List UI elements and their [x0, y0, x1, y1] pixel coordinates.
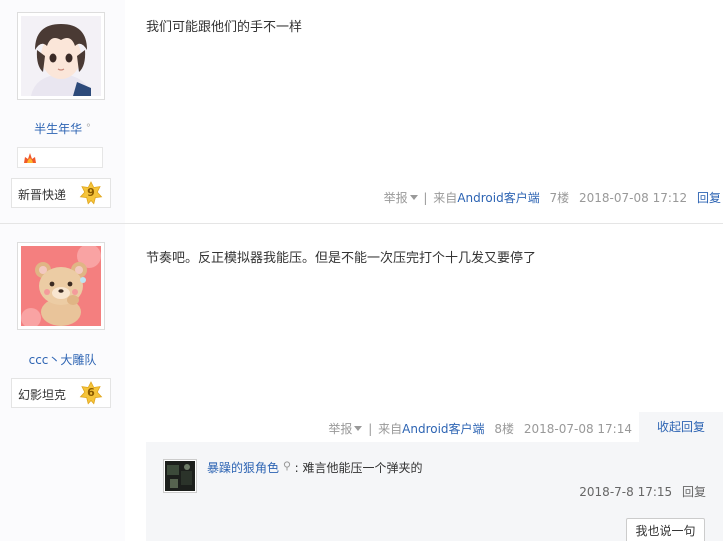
- gender-icon: [283, 461, 290, 471]
- report-button[interactable]: 举报: [384, 191, 418, 205]
- badge-box[interactable]: [17, 147, 103, 168]
- say-something-button[interactable]: 我也说一句: [626, 518, 705, 541]
- report-button[interactable]: 举报: [328, 422, 363, 436]
- level-box[interactable]: 幻影坦克 6: [11, 378, 111, 408]
- sub-reply-time: 2018-7-8 17:15: [579, 485, 673, 499]
- level-box[interactable]: 新晋快递 9: [11, 178, 111, 208]
- sub-reply-avatar[interactable]: [163, 459, 197, 493]
- anime-boy-avatar-icon: [21, 16, 101, 96]
- post-time: 2018-07-08 17:12: [579, 191, 688, 205]
- author-avatar[interactable]: [17, 242, 105, 330]
- level-number: 6: [87, 386, 95, 399]
- post-content: 我们可能跟他们的手不一样: [146, 20, 303, 35]
- sub-reply-panel: 暴躁的狠角色 : 难言他能压一个弹夹的 2018-7-8 17:15 回复 我也…: [146, 442, 723, 541]
- author-username[interactable]: 半生年华 °: [0, 120, 125, 137]
- caret-down-icon: [409, 195, 418, 200]
- separator: |: [423, 191, 428, 205]
- sub-reply-reply-button[interactable]: 回复: [682, 485, 706, 499]
- level-star-icon: 6: [79, 381, 103, 405]
- from-label: 来自: [378, 422, 403, 436]
- from-label: 来自: [433, 191, 458, 205]
- author-avatar[interactable]: [17, 12, 105, 100]
- level-name: 幻影坦克: [18, 388, 67, 402]
- post-time: 2018-07-08 17:14: [523, 422, 632, 436]
- post-meta: 举报 | 来自Android客户端 7楼 2018-07-08 17:12 回复: [384, 189, 721, 206]
- floor-number: 7楼: [549, 191, 570, 205]
- author-sidebar: 半生年华 ° 新晋快递 9: [0, 0, 125, 223]
- sub-reply-text: 难言他能压一个弹夹的: [302, 461, 423, 475]
- floor-number: 8楼: [494, 422, 515, 436]
- client-link[interactable]: Android客户端: [457, 191, 539, 205]
- colon-separator: :: [294, 461, 299, 475]
- client-link[interactable]: Android客户端: [402, 422, 484, 436]
- gender-icon: °: [85, 123, 91, 134]
- separator: |: [368, 422, 373, 436]
- dark-photo-avatar-icon: [165, 461, 195, 491]
- bear-avatar-icon: [21, 246, 101, 326]
- username-text[interactable]: ccc丶大雕队: [29, 353, 97, 367]
- post-floor-8: ccc丶大雕队 幻影坦克 6 节奏吧。反正模拟器我能压。但是不能一次压完打个十几…: [0, 224, 723, 541]
- author-username[interactable]: ccc丶大雕队: [0, 351, 125, 368]
- post-content: 节奏吧。反正模拟器我能压。但是不能一次压完打个十几发又要停了: [146, 251, 537, 266]
- post-floor-7: 半生年华 ° 新晋快递 9 我们可能跟他们的手不一样 举报 | 来自Androi…: [0, 0, 723, 223]
- reply-button[interactable]: 回复: [697, 191, 721, 205]
- collapse-reply-button[interactable]: 收起回复: [639, 412, 723, 442]
- level-name: 新晋快递: [18, 188, 67, 202]
- sub-reply-line: 暴躁的狠角色 : 难言他能压一个弹夹的: [207, 459, 423, 476]
- username-text[interactable]: 半生年华: [34, 122, 82, 136]
- level-number: 9: [87, 186, 95, 199]
- sub-reply-username[interactable]: 暴躁的狠角色: [207, 461, 279, 475]
- post-meta: 举报 | 来自Android客户端 8楼 2018-07-08 17:14: [328, 420, 632, 437]
- author-sidebar: ccc丶大雕队 幻影坦克 6: [0, 224, 125, 541]
- level-star-icon: 9: [79, 181, 103, 205]
- caret-down-icon: [354, 426, 363, 431]
- sub-reply-meta: 2018-7-8 17:15 回复: [579, 483, 706, 500]
- fire-badge-icon: [24, 153, 36, 163]
